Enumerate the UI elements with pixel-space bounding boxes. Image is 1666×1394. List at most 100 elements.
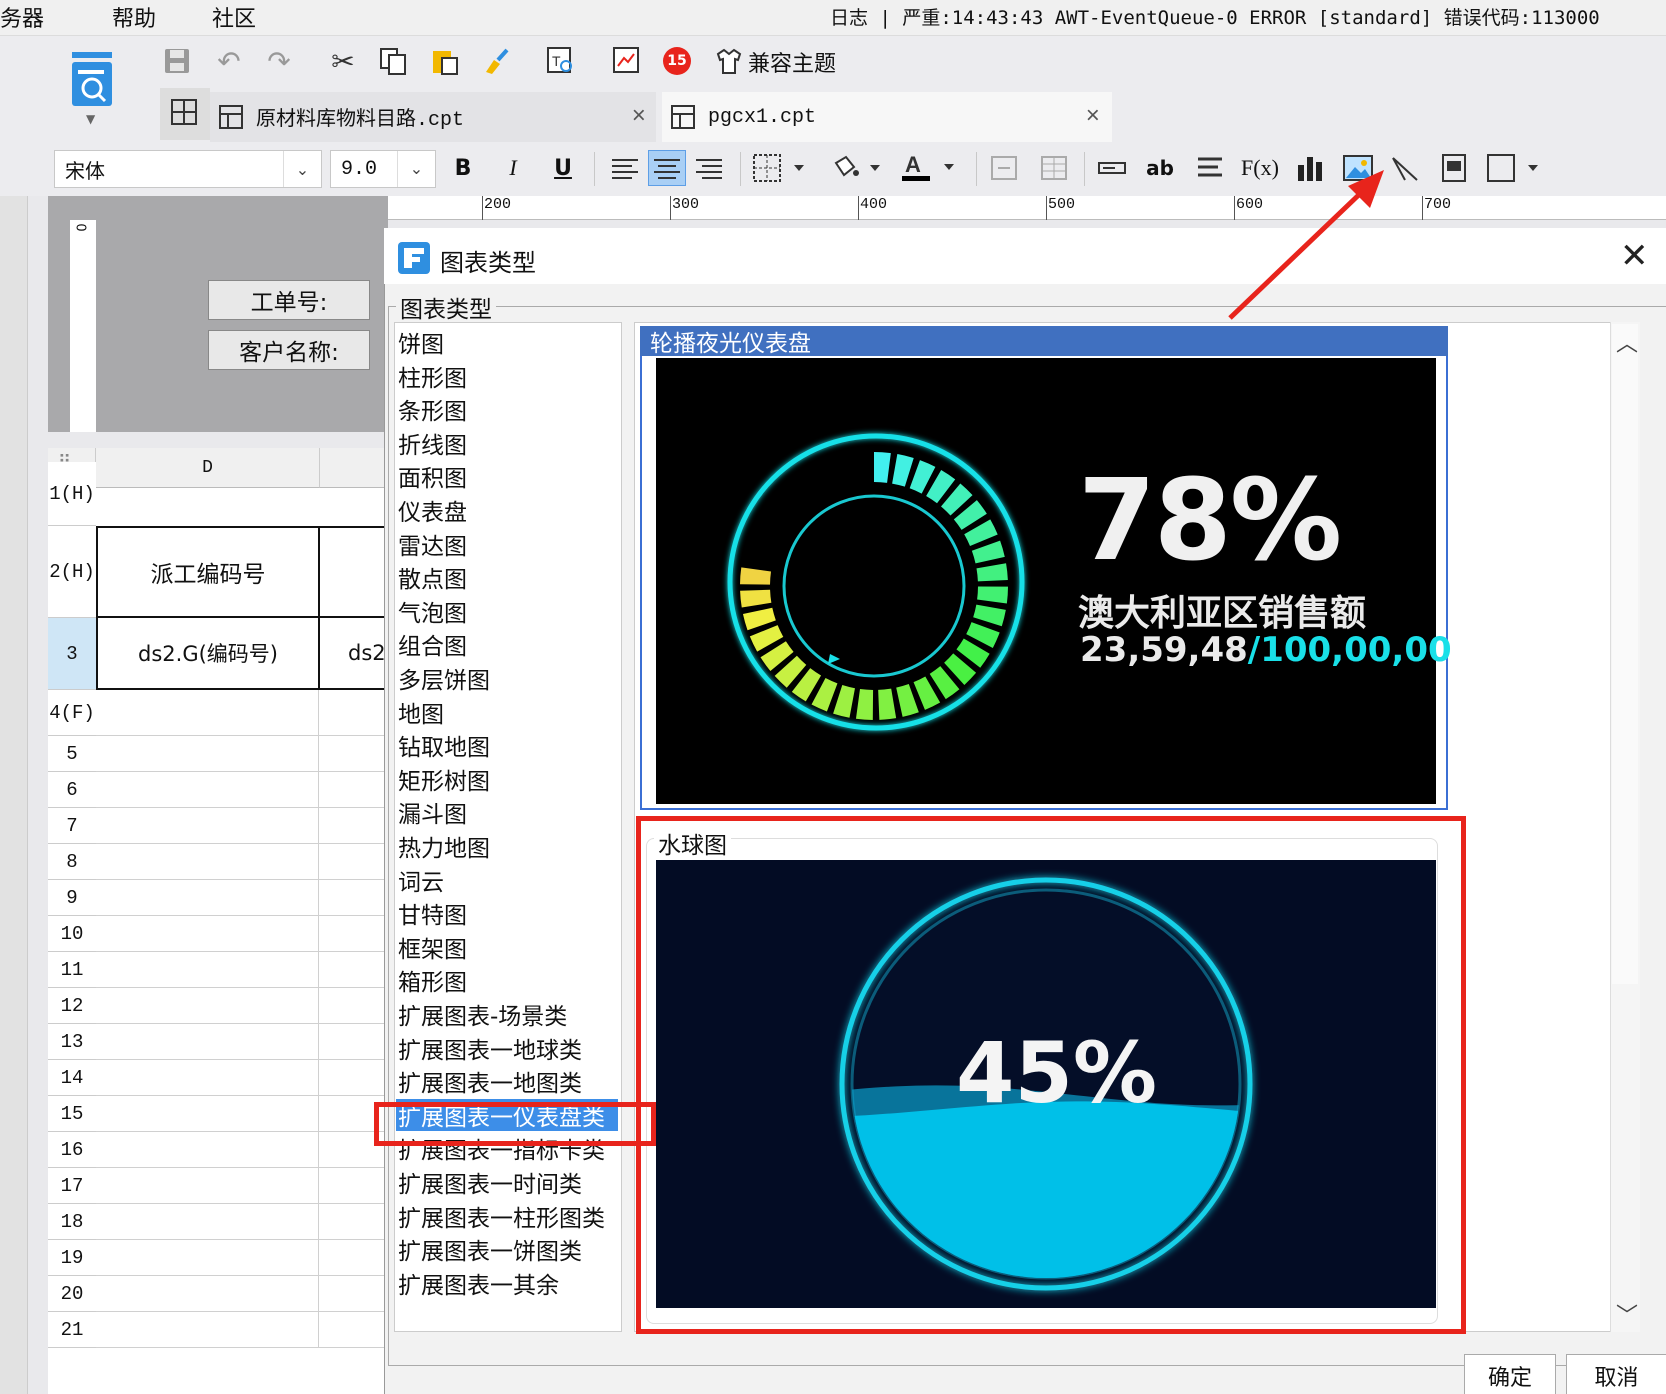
cut-icon[interactable]: ✂ bbox=[326, 44, 360, 78]
font-family-select[interactable]: 宋体 ⌄ bbox=[54, 150, 322, 188]
table-row[interactable] bbox=[96, 1096, 388, 1132]
table-row[interactable] bbox=[96, 880, 388, 916]
table-row[interactable] bbox=[96, 1312, 388, 1348]
cell-element-icon[interactable] bbox=[1484, 150, 1548, 186]
chart-type-item[interactable]: 扩展图表一地图类 bbox=[396, 1065, 582, 1097]
compatible-theme-label[interactable]: 兼容主题 bbox=[748, 46, 836, 78]
row-header[interactable]: 6 bbox=[48, 772, 96, 808]
chart-type-item[interactable]: 柱形图 bbox=[396, 360, 467, 392]
chart-type-item[interactable]: 饼图 bbox=[396, 326, 444, 358]
table-row[interactable] bbox=[96, 952, 388, 988]
menu-item-server[interactable]: 务器 bbox=[0, 1, 44, 33]
row-header[interactable]: 15 bbox=[48, 1096, 96, 1132]
row-header[interactable]: 20 bbox=[48, 1276, 96, 1312]
row-header[interactable]: 1(H) bbox=[48, 462, 96, 526]
menu-item-community[interactable]: 社区 bbox=[212, 1, 256, 33]
text-field-icon[interactable] bbox=[1094, 150, 1130, 186]
border-icon[interactable] bbox=[750, 150, 814, 186]
table-row[interactable] bbox=[96, 1276, 388, 1312]
cell-d3[interactable]: ds2.G(编码号) bbox=[96, 618, 320, 690]
chart-type-item[interactable]: 雷达图 bbox=[396, 528, 467, 560]
fill-color-icon[interactable] bbox=[826, 150, 890, 186]
chart-type-item[interactable]: 扩展图表一其余 bbox=[396, 1267, 559, 1299]
row-header[interactable]: 17 bbox=[48, 1168, 96, 1204]
split-cells-icon[interactable] bbox=[1036, 150, 1072, 186]
chevron-down-icon[interactable]: ⌄ bbox=[397, 151, 435, 187]
chart-type-item[interactable]: 钻取地图 bbox=[396, 729, 490, 761]
notification-badge[interactable]: 15 bbox=[663, 47, 691, 75]
close-tab-icon[interactable]: × bbox=[632, 104, 646, 131]
row-header[interactable]: 18 bbox=[48, 1204, 96, 1240]
chart-type-item[interactable]: 仪表盘 bbox=[396, 494, 467, 526]
chart-type-item[interactable]: 气泡图 bbox=[396, 595, 467, 627]
row-header[interactable]: 2(H) bbox=[48, 526, 96, 618]
table-row[interactable] bbox=[96, 916, 388, 952]
cell-header-e[interactable] bbox=[318, 526, 388, 618]
row-header[interactable]: 7 bbox=[48, 808, 96, 844]
table-row[interactable] bbox=[96, 808, 388, 844]
table-row[interactable] bbox=[96, 736, 388, 772]
ok-button[interactable]: 确定 bbox=[1464, 1354, 1556, 1394]
column-header-e[interactable] bbox=[320, 448, 384, 488]
chart-type-item[interactable]: 散点图 bbox=[396, 561, 467, 593]
tab-grid-icon[interactable] bbox=[160, 88, 210, 140]
table-row[interactable] bbox=[96, 1168, 388, 1204]
underline-button[interactable]: U bbox=[546, 150, 580, 186]
table-row[interactable] bbox=[96, 1240, 388, 1276]
close-dialog-icon[interactable]: ✕ bbox=[1620, 236, 1649, 276]
copy-icon[interactable] bbox=[376, 44, 410, 78]
chart-type-item[interactable]: 多层饼图 bbox=[396, 662, 490, 694]
sub-report-icon[interactable] bbox=[1436, 150, 1472, 186]
chart-type-item[interactable]: 漏斗图 bbox=[396, 796, 467, 828]
italic-button[interactable]: I bbox=[496, 150, 530, 186]
table-row[interactable] bbox=[96, 772, 388, 808]
table-row[interactable] bbox=[96, 988, 388, 1024]
chart-type-item[interactable]: 地图 bbox=[396, 696, 444, 728]
new-report-icon[interactable] bbox=[70, 50, 116, 108]
chevron-down-icon[interactable]: ⌄ bbox=[283, 151, 321, 187]
row-header[interactable]: 10 bbox=[48, 916, 96, 952]
chart-type-item[interactable]: 条形图 bbox=[396, 393, 467, 425]
row-header[interactable]: 8 bbox=[48, 844, 96, 880]
cell-e3[interactable]: ds2 bbox=[318, 618, 388, 690]
row-header[interactable]: 16 bbox=[48, 1132, 96, 1168]
chart-type-item[interactable]: 扩展图表一柱形图类 bbox=[396, 1200, 605, 1232]
scroll-up-icon[interactable]: ︿ bbox=[1616, 326, 1638, 358]
theme-shirt-icon[interactable] bbox=[712, 44, 746, 78]
row-header[interactable]: 9 bbox=[48, 880, 96, 916]
format-painter-icon[interactable] bbox=[478, 44, 512, 78]
row-header[interactable]: 4(F) bbox=[48, 690, 96, 736]
row-header[interactable]: 14 bbox=[48, 1060, 96, 1096]
tab-file-2[interactable]: pgcx1.cpt × bbox=[662, 92, 1112, 142]
chart-type-item[interactable]: 折线图 bbox=[396, 427, 467, 459]
merge-cells-icon[interactable] bbox=[986, 150, 1022, 186]
cancel-button[interactable]: 取消 bbox=[1566, 1354, 1666, 1394]
font-color-icon[interactable]: A bbox=[900, 150, 964, 186]
table-row[interactable] bbox=[96, 1060, 388, 1096]
undo-icon[interactable]: ↶ bbox=[212, 44, 246, 78]
text-insert-button[interactable]: ab bbox=[1142, 150, 1178, 186]
cell-header[interactable]: 派工编码号 bbox=[96, 526, 320, 618]
redo-icon[interactable]: ↷ bbox=[262, 44, 296, 78]
chart-type-item[interactable]: 箱形图 bbox=[396, 964, 467, 996]
tab-file-1[interactable]: 原材料库物料目路.cpt × bbox=[210, 92, 656, 142]
row-header[interactable]: 19 bbox=[48, 1240, 96, 1276]
align-center-icon[interactable] bbox=[648, 150, 686, 186]
paste-icon[interactable] bbox=[428, 44, 462, 78]
row-header[interactable]: 13 bbox=[48, 1024, 96, 1060]
chevron-down-icon[interactable]: ▼ bbox=[86, 112, 95, 126]
row-header[interactable]: 3 bbox=[48, 618, 96, 690]
chart-type-item[interactable]: 扩展图表一饼图类 bbox=[396, 1233, 582, 1265]
table-row[interactable] bbox=[96, 690, 388, 736]
row-header[interactable]: 12 bbox=[48, 988, 96, 1024]
align-left-icon[interactable] bbox=[606, 150, 644, 186]
align-right-icon[interactable] bbox=[690, 150, 728, 186]
row-header[interactable]: 21 bbox=[48, 1312, 96, 1348]
chart-type-item[interactable]: 热力地图 bbox=[396, 830, 490, 862]
chart-type-item[interactable]: 扩展图表-场景类 bbox=[396, 998, 567, 1030]
table-row[interactable] bbox=[96, 844, 388, 880]
table-row[interactable] bbox=[96, 1024, 388, 1060]
chart-type-item[interactable]: 框架图 bbox=[396, 931, 467, 963]
chart-type-item[interactable]: 扩展图表一地球类 bbox=[396, 1032, 582, 1064]
chart-type-item[interactable]: 矩形树图 bbox=[396, 763, 490, 795]
